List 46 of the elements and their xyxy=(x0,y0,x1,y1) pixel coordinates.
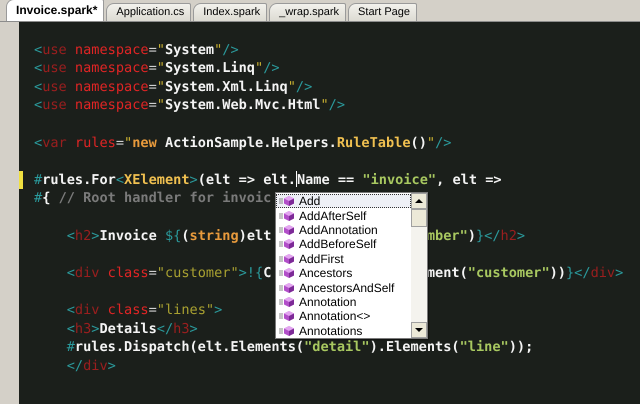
code-line: ment("customer"))}</div> xyxy=(426,264,624,282)
code-line: <use namespace="System.Web.Mvc.Html"/> xyxy=(34,96,346,115)
completion-item[interactable]: Annotation<> xyxy=(276,309,411,324)
code-line: <h3>Details</h3> xyxy=(66,320,198,338)
method-icon xyxy=(279,210,295,222)
tab[interactable]: _wrap.spark xyxy=(269,3,346,21)
scrollbar[interactable] xyxy=(411,193,427,338)
completion-item[interactable]: Ancestors xyxy=(276,266,411,280)
code-line: <h2>Invoice ${(string)elt xyxy=(66,226,272,246)
completion-item[interactable]: Add xyxy=(276,194,411,208)
code-line: #rules.For<XElement>(elt => elt.Name == "invoice", elt => xyxy=(34,170,502,190)
code-line: </div> xyxy=(66,356,116,376)
method-icon xyxy=(279,310,295,322)
code-line: <use namespace="System.Xml.Linq"/> xyxy=(34,78,312,96)
completion-item[interactable]: AncestorsAndSelf xyxy=(276,280,411,295)
method-icon xyxy=(279,282,295,294)
code-editor[interactable] xyxy=(0,22,640,404)
completion-item[interactable]: AddAfterSelf xyxy=(276,208,411,223)
method-icon xyxy=(279,296,295,308)
completion-item[interactable]: Annotation xyxy=(276,294,411,310)
method-icon xyxy=(279,252,295,265)
text-cursor xyxy=(296,170,297,187)
code-line: <use namespace="System"/> xyxy=(34,40,239,60)
code-line: <var rules="new ActionSample.Helpers.RuleTable()"/> xyxy=(34,134,452,152)
completion-item[interactable]: AddAnnotation xyxy=(276,222,411,238)
method-icon xyxy=(279,224,295,236)
method-icon xyxy=(279,238,295,250)
completion-item[interactable]: AddFirst xyxy=(276,252,411,266)
code-line: <use namespace="System.Linq"/> xyxy=(34,59,280,78)
code-line: #{ // Root handler for invoic xyxy=(34,189,272,208)
code-line: <div class="lines"> xyxy=(66,300,222,320)
completion-item[interactable]: Annotations xyxy=(276,324,411,338)
method-icon xyxy=(279,267,295,280)
tab[interactable]: Index.spark xyxy=(193,3,268,21)
method-icon xyxy=(279,195,295,208)
tab[interactable]: Application.cs xyxy=(106,3,192,21)
code-line: mber")}</h2> xyxy=(426,226,526,246)
scroll-down-icon[interactable] xyxy=(411,322,427,338)
completion-item[interactable]: AddBeforeSelf xyxy=(276,237,411,252)
scroll-thumb[interactable] xyxy=(411,209,427,227)
method-icon xyxy=(279,324,295,337)
scroll-up-icon[interactable] xyxy=(411,193,427,209)
tab[interactable]: Invoice.spark* xyxy=(6,0,104,21)
code-line: <div class="customer">!{C xyxy=(66,264,272,282)
code-line: #rules.Dispatch(elt.Elements("detail").Elements("line")); xyxy=(66,338,534,357)
tab[interactable]: Start Page xyxy=(348,3,418,21)
